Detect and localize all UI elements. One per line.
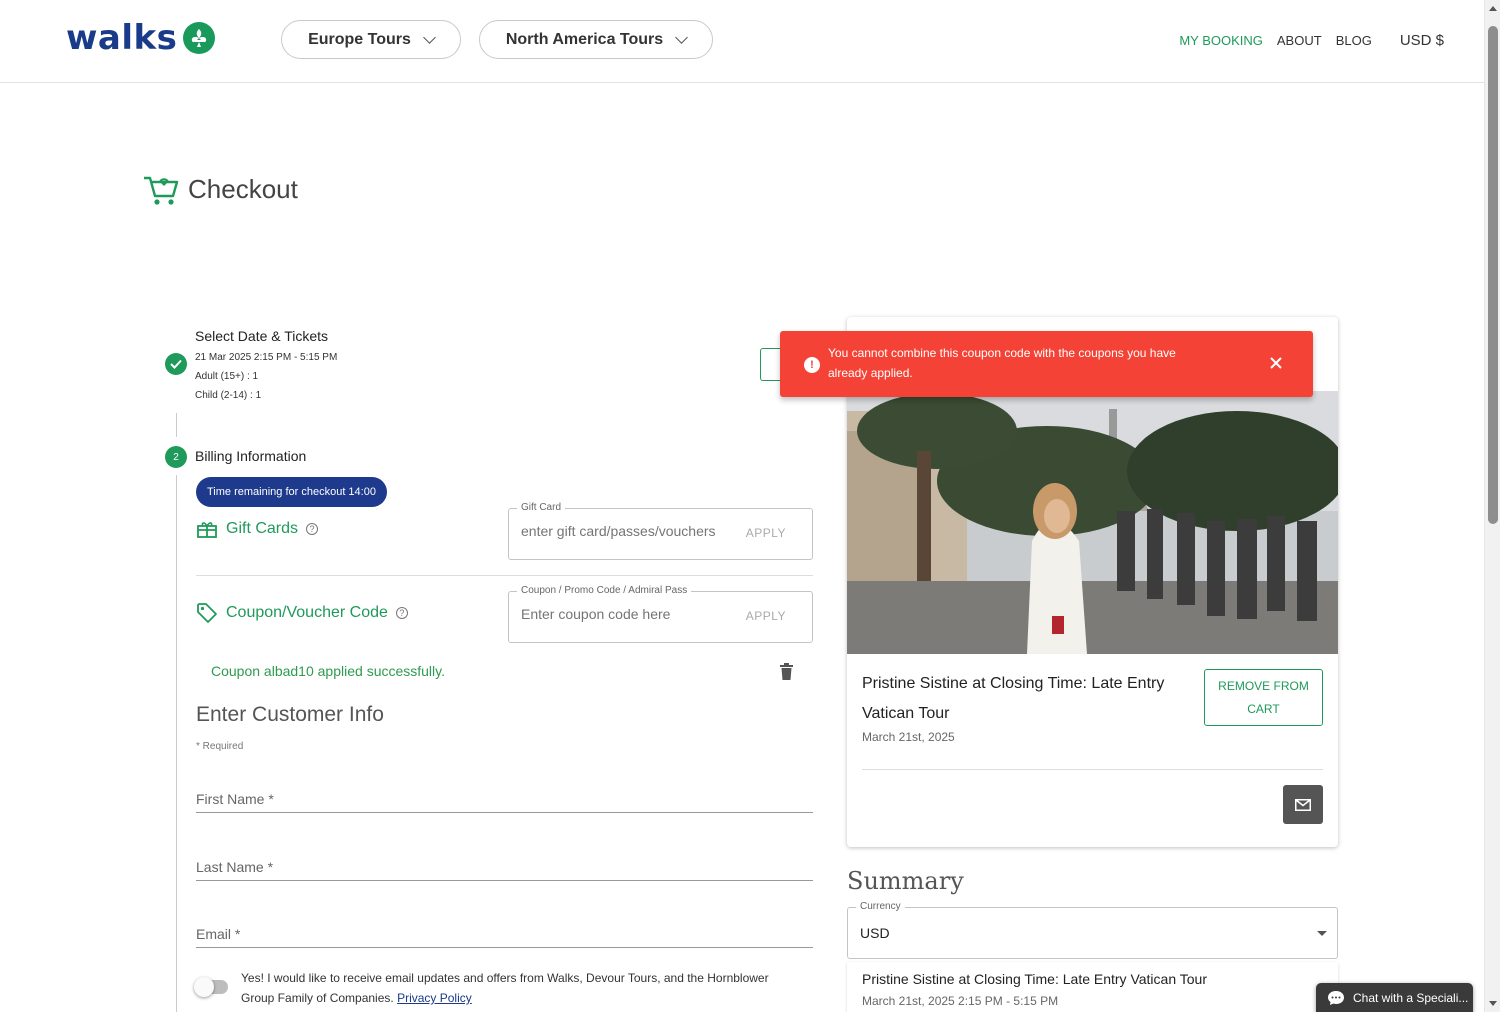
site-header: walks Europe Tours North America Tours M… bbox=[0, 0, 1484, 83]
step-2-title: Billing Information bbox=[195, 448, 307, 464]
cart-icon bbox=[144, 176, 179, 205]
summary-item-datetime: March 21st, 2025 2:15 PM - 5:15 PM bbox=[862, 994, 1059, 1008]
logo-text: walks bbox=[66, 18, 178, 58]
blog-link[interactable]: BLOG bbox=[1336, 33, 1372, 48]
dropdown-caret-icon bbox=[1317, 931, 1327, 936]
chat-button[interactable]: Chat with a Speciali... bbox=[1316, 983, 1473, 1012]
gift-card-field: Gift Card APPLY bbox=[508, 502, 813, 560]
summary-item-name: Pristine Sistine at Closing Time: Late E… bbox=[862, 971, 1207, 987]
toggle-knob bbox=[194, 977, 214, 997]
checkout-timer-badge: Time remaining for checkout 14:00 bbox=[196, 477, 387, 507]
error-message: You cannot combine this coupon code with… bbox=[828, 346, 1176, 380]
coupon-success-message: Coupon albad10 applied successfully. bbox=[211, 663, 446, 679]
trash-icon[interactable] bbox=[780, 663, 793, 685]
cart-tour-title: Pristine Sistine at Closing Time: Late E… bbox=[862, 675, 1165, 722]
help-icon[interactable]: ? bbox=[395, 607, 408, 619]
scroll-up-arrow-icon[interactable] bbox=[1489, 6, 1497, 11]
step-2-number: 2 bbox=[165, 446, 187, 468]
top-links: MY BOOKING ABOUT BLOG USD $ bbox=[1179, 32, 1444, 49]
chevron-down-icon bbox=[675, 31, 689, 44]
first-name-label: First Name * bbox=[196, 791, 274, 807]
chat-bubble-icon bbox=[1328, 991, 1344, 1005]
currency-value: USD bbox=[860, 925, 890, 941]
scrollbar-thumb[interactable] bbox=[1488, 26, 1498, 524]
coupon-apply-button[interactable]: APPLY bbox=[746, 609, 786, 623]
chat-label: Chat with a Speciali... bbox=[1353, 991, 1469, 1005]
my-booking-link[interactable]: MY BOOKING bbox=[1179, 33, 1263, 48]
north-america-tours-dropdown[interactable]: North America Tours bbox=[479, 20, 713, 59]
tag-icon bbox=[197, 603, 217, 623]
currency-legend: Currency bbox=[856, 901, 905, 912]
summary-item: Pristine Sistine at Closing Time: Late E… bbox=[847, 962, 1338, 1012]
about-link[interactable]: ABOUT bbox=[1277, 33, 1322, 48]
close-icon[interactable] bbox=[1266, 353, 1286, 373]
europe-tours-label: Europe Tours bbox=[308, 30, 411, 48]
gift-cards-section: Gift Cards ? bbox=[196, 519, 319, 539]
walks-logo[interactable]: walks bbox=[66, 18, 216, 58]
last-name-field[interactable]: Last Name * bbox=[196, 851, 813, 881]
required-note: * Required bbox=[196, 741, 244, 752]
step-2-line bbox=[176, 475, 177, 1012]
email-field[interactable]: Email * bbox=[196, 918, 813, 948]
checkout-title-text: Checkout bbox=[188, 173, 298, 204]
north-america-tours-label: North America Tours bbox=[505, 30, 664, 48]
tour-photo bbox=[847, 391, 1338, 654]
coupon-legend: Coupon / Promo Code / Admiral Pass bbox=[517, 585, 692, 596]
coupon-input[interactable] bbox=[521, 606, 741, 622]
email-updates-toggle[interactable] bbox=[194, 977, 228, 997]
gift-card-legend: Gift Card bbox=[517, 502, 566, 513]
scroll-down-arrow-icon[interactable] bbox=[1489, 1001, 1497, 1006]
gift-card-apply-button[interactable]: APPLY bbox=[746, 526, 786, 540]
page-title: Checkout bbox=[142, 172, 298, 206]
step-1-title[interactable]: Select Date & Tickets bbox=[195, 328, 328, 344]
step-1-child: Child (2-14) : 1 bbox=[195, 390, 262, 401]
gift-card-input[interactable] bbox=[521, 523, 741, 539]
email-label: Email * bbox=[196, 926, 241, 942]
page-scrollbar[interactable] bbox=[1484, 0, 1500, 1012]
step-1-adult: Adult (15+) : 1 bbox=[195, 371, 259, 382]
customer-info-heading: Enter Customer Info bbox=[196, 703, 384, 726]
last-name-label: Last Name * bbox=[196, 859, 274, 875]
step-complete-check-icon bbox=[165, 353, 187, 375]
privacy-policy-link[interactable]: Privacy Policy bbox=[397, 991, 472, 1005]
section-divider bbox=[196, 575, 813, 576]
step-1-date: 21 Mar 2025 2:15 PM - 5:15 PM bbox=[195, 352, 338, 363]
error-icon: ! bbox=[804, 357, 820, 373]
gift-cards-label: Gift Cards bbox=[226, 520, 299, 537]
remove-from-cart-button[interactable]: REMOVE FROM CART bbox=[1204, 669, 1323, 726]
mail-icon bbox=[1295, 798, 1311, 811]
cart-tour-date: March 21st, 2025 bbox=[862, 730, 955, 744]
summary-heading: Summary bbox=[847, 867, 964, 895]
consent-text: Yes! I would like to receive email updat… bbox=[241, 968, 801, 1008]
email-button[interactable] bbox=[1283, 785, 1323, 824]
fleur-de-lis-icon bbox=[183, 22, 216, 54]
coupon-label: Coupon/Voucher Code bbox=[226, 604, 388, 621]
help-icon[interactable]: ? bbox=[306, 523, 319, 535]
error-toast: ! You cannot combine this coupon code wi… bbox=[780, 331, 1313, 397]
currency-select[interactable]: Currency USD bbox=[847, 901, 1338, 959]
currency-selector[interactable]: USD $ bbox=[1400, 32, 1444, 49]
chevron-down-icon bbox=[423, 31, 436, 44]
consent-message: Yes! I would like to receive email updat… bbox=[241, 971, 769, 1005]
first-name-field[interactable]: First Name * bbox=[196, 783, 813, 813]
coupon-section: Coupon/Voucher Code ? bbox=[196, 602, 408, 624]
coupon-field: Coupon / Promo Code / Admiral Pass APPLY bbox=[508, 585, 813, 643]
page: walks Europe Tours North America Tours M… bbox=[0, 0, 1500, 1012]
step-connector bbox=[176, 413, 177, 437]
card-divider bbox=[862, 769, 1323, 770]
gift-icon bbox=[197, 522, 217, 538]
europe-tours-dropdown[interactable]: Europe Tours bbox=[281, 20, 461, 59]
